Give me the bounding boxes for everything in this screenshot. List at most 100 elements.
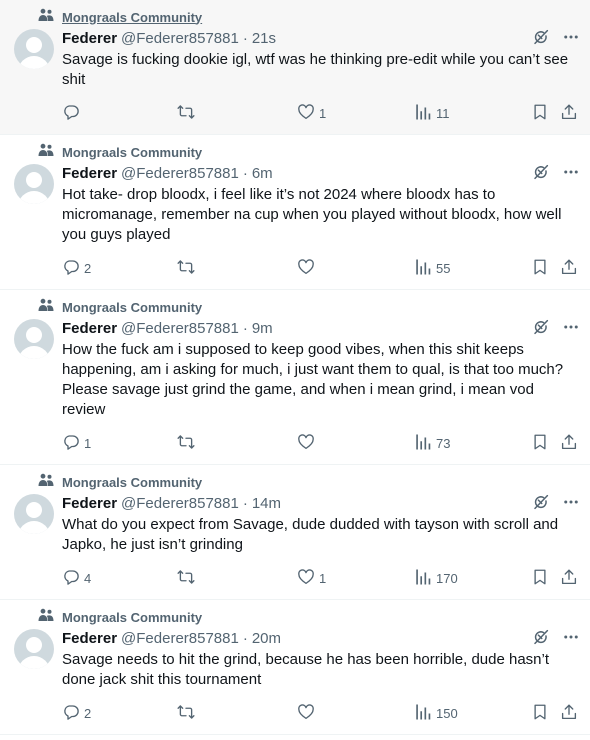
display-name[interactable]: Federer xyxy=(62,495,117,512)
repost-button[interactable] xyxy=(177,703,199,723)
reply-count: 4 xyxy=(84,570,92,586)
community-name[interactable]: Mongraals Community xyxy=(62,610,202,625)
reply-icon xyxy=(62,258,80,279)
community-context[interactable]: Mongraals Community xyxy=(38,298,202,315)
display-name[interactable]: Federer xyxy=(62,30,117,47)
grok-icon[interactable] xyxy=(532,163,550,185)
timestamp[interactable]: 20m xyxy=(252,630,281,647)
tweet-text: How the fuck am i supposed to keep good … xyxy=(62,341,564,418)
more-icon[interactable] xyxy=(562,163,580,185)
user-handle[interactable]: @Federer857881 xyxy=(121,495,239,512)
user-handle[interactable]: @Federer857881 xyxy=(121,320,239,337)
tweet-text: Savage needs to hit the grind, because h… xyxy=(62,651,550,688)
grok-icon[interactable] xyxy=(532,628,550,650)
like-icon xyxy=(297,103,315,124)
views-button[interactable]: 11 xyxy=(414,103,450,123)
reply-button[interactable]: 2 xyxy=(62,703,91,723)
reply-button[interactable] xyxy=(62,103,84,123)
share-button[interactable] xyxy=(560,433,578,453)
community-context[interactable]: Mongraals Community xyxy=(38,473,202,490)
reply-button[interactable]: 2 xyxy=(62,258,91,278)
repost-icon xyxy=(177,258,195,279)
timestamp[interactable]: 14m xyxy=(252,495,281,512)
display-name[interactable]: Federer xyxy=(62,630,117,647)
community-name[interactable]: Mongraals Community xyxy=(62,10,202,25)
more-icon[interactable] xyxy=(562,28,580,50)
avatar[interactable] xyxy=(14,164,54,204)
views-count: 11 xyxy=(436,105,450,121)
repost-button[interactable] xyxy=(177,103,199,123)
timestamp[interactable]: 6m xyxy=(252,165,273,182)
bookmark-button[interactable] xyxy=(531,433,549,453)
avatar[interactable] xyxy=(14,319,54,359)
avatar[interactable] xyxy=(14,29,54,69)
views-button[interactable]: 55 xyxy=(414,258,450,278)
tweet[interactable]: Mongraals Community Federer @Federer857881… xyxy=(0,0,590,135)
share-icon xyxy=(560,258,578,279)
views-button[interactable]: 170 xyxy=(414,568,458,588)
timestamp[interactable]: 21s xyxy=(252,30,276,47)
share-button[interactable] xyxy=(560,703,578,723)
bookmark-button[interactable] xyxy=(531,568,549,588)
share-button[interactable] xyxy=(560,103,578,123)
like-button[interactable] xyxy=(297,258,319,278)
like-count: 1 xyxy=(319,105,327,121)
user-handle[interactable]: @Federer857881 xyxy=(121,630,239,647)
repost-button[interactable] xyxy=(177,258,199,278)
views-button[interactable]: 73 xyxy=(414,433,450,453)
bookmark-button[interactable] xyxy=(531,703,549,723)
community-icon xyxy=(38,8,54,27)
tweet-text: Savage is fucking dookie igl, wtf was he… xyxy=(62,51,569,88)
views-icon xyxy=(414,258,432,279)
community-name[interactable]: Mongraals Community xyxy=(62,475,202,490)
separator-dot: · xyxy=(242,629,248,647)
share-button[interactable] xyxy=(560,258,578,278)
reply-icon xyxy=(62,568,80,589)
bookmark-button[interactable] xyxy=(531,103,549,123)
tweet[interactable]: Mongraals Community Federer @Federer857881… xyxy=(0,600,590,735)
tweet[interactable]: Mongraals Community Federer @Federer857881… xyxy=(0,465,590,600)
display-name[interactable]: Federer xyxy=(62,165,117,182)
tweet-text: What do you expect from Savage, dude dud… xyxy=(62,516,559,553)
avatar[interactable] xyxy=(14,629,54,669)
reply-count: 2 xyxy=(84,260,92,276)
bookmark-button[interactable] xyxy=(531,258,549,278)
more-icon[interactable] xyxy=(562,628,580,650)
like-count: 1 xyxy=(319,570,327,586)
community-context[interactable]: Mongraals Community xyxy=(38,608,202,625)
views-count: 55 xyxy=(436,260,451,276)
like-button[interactable]: 1 xyxy=(297,568,326,588)
community-name[interactable]: Mongraals Community xyxy=(62,145,202,160)
views-button[interactable]: 150 xyxy=(414,703,458,723)
more-icon[interactable] xyxy=(562,493,580,515)
views-icon xyxy=(414,568,432,589)
more-icon[interactable] xyxy=(562,318,580,340)
share-button[interactable] xyxy=(560,568,578,588)
like-button[interactable]: 1 xyxy=(297,103,326,123)
bookmark-icon xyxy=(531,258,549,279)
community-context[interactable]: Mongraals Community xyxy=(38,8,202,27)
user-handle[interactable]: @Federer857881 xyxy=(121,165,239,182)
timeline-feed: Mongraals Community Federer @Federer857881… xyxy=(0,0,590,735)
reply-button[interactable]: 1 xyxy=(62,433,91,453)
repost-button[interactable] xyxy=(177,568,199,588)
grok-icon[interactable] xyxy=(532,318,550,340)
tweet[interactable]: Mongraals Community Federer @Federer857881… xyxy=(0,135,590,290)
user-handle[interactable]: @Federer857881 xyxy=(121,30,239,47)
tweet[interactable]: Mongraals Community Federer @Federer857881… xyxy=(0,290,590,465)
reply-icon xyxy=(62,103,80,124)
like-icon xyxy=(297,703,315,724)
reply-button[interactable]: 4 xyxy=(62,568,91,588)
repost-button[interactable] xyxy=(177,433,199,453)
like-button[interactable] xyxy=(297,433,319,453)
avatar[interactable] xyxy=(14,494,54,534)
views-icon xyxy=(414,703,432,724)
community-name[interactable]: Mongraals Community xyxy=(62,300,202,315)
timestamp[interactable]: 9m xyxy=(252,320,273,337)
grok-icon[interactable] xyxy=(532,493,550,515)
share-icon xyxy=(560,568,578,589)
like-button[interactable] xyxy=(297,703,319,723)
grok-icon[interactable] xyxy=(532,28,550,50)
display-name[interactable]: Federer xyxy=(62,320,117,337)
community-context[interactable]: Mongraals Community xyxy=(38,143,202,160)
